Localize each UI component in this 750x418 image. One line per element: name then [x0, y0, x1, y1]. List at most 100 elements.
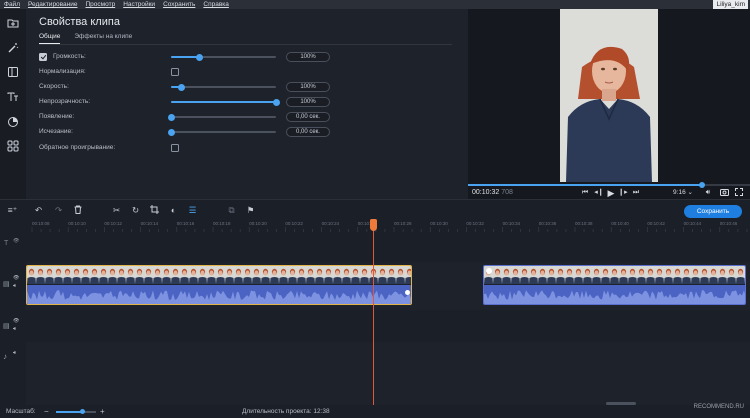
overlay-track-mute-icon[interactable]: 🔊︎	[13, 326, 16, 332]
horizontal-scrollbar[interactable]	[606, 402, 636, 405]
aspect-ratio-select[interactable]: 9:16 ⌄	[671, 188, 695, 198]
clip-thumbnails-2	[484, 266, 745, 284]
music-track-mute-icon[interactable]: 🔊︎	[13, 350, 16, 356]
video-clip-selected[interactable]	[26, 265, 412, 305]
thumbnail-frame	[646, 266, 655, 284]
music-track-lane[interactable]	[26, 342, 750, 405]
thumbnail-frame	[682, 266, 691, 284]
fade-in-value[interactable]: 0,00 сек.	[286, 112, 330, 122]
overlay-track-visibility-icon[interactable]: 👁︎	[13, 318, 19, 324]
step-forward-icon[interactable]: ❙▸	[618, 188, 628, 198]
video-clip[interactable]	[483, 265, 746, 305]
zoom-in-icon[interactable]: +	[100, 405, 105, 418]
ruler-tick-label: 00:10:10	[68, 221, 86, 226]
save-button[interactable]: Сохранить	[684, 205, 742, 218]
play-icon[interactable]: ▶	[606, 188, 616, 198]
fade-out-value[interactable]: 0,00 сек.	[286, 127, 330, 137]
fade-in-slider[interactable]	[167, 113, 276, 121]
volume-slider[interactable]	[171, 53, 276, 61]
text-track-lane[interactable]	[26, 234, 750, 262]
fullscreen-icon[interactable]	[734, 188, 744, 198]
video-track-visibility-icon[interactable]: 👁︎	[13, 275, 19, 281]
video-frame[interactable]	[560, 9, 658, 182]
menu-save[interactable]: Сохранить	[159, 0, 199, 9]
grid-icon[interactable]	[6, 140, 20, 154]
fade-out-slider[interactable]	[167, 128, 276, 136]
opacity-slider-knob[interactable]	[272, 98, 280, 106]
snapshot-icon[interactable]	[719, 188, 729, 198]
volume-checkbox[interactable]	[39, 53, 47, 61]
fade-in-slider-knob[interactable]	[167, 113, 175, 121]
menu-edit[interactable]: Редактирование	[24, 0, 82, 9]
speed-slider[interactable]	[171, 83, 276, 91]
thumbnail-frame	[90, 266, 99, 284]
zoom-slider-knob[interactable]	[79, 409, 85, 414]
menu-help[interactable]: Справка	[199, 0, 233, 9]
playback-progress-fill	[468, 184, 703, 186]
thumbnail-frame	[655, 266, 664, 284]
opacity-value[interactable]: 100%	[286, 97, 330, 107]
left-tool-strip	[0, 9, 26, 199]
normalize-checkbox[interactable]	[171, 68, 179, 76]
thumbnail-frame	[252, 266, 261, 284]
sticker-icon[interactable]	[6, 116, 20, 130]
menu-file[interactable]: Файл	[0, 0, 24, 9]
thumbnail-frame	[180, 266, 189, 284]
step-back-icon[interactable]: ◂❙	[594, 188, 604, 198]
menu-settings[interactable]: Настройки	[119, 0, 159, 9]
tab-clip-effects[interactable]: Эффекты на клипе	[74, 33, 132, 44]
import-icon[interactable]	[6, 17, 20, 31]
clip-properties-icon[interactable]: ☰	[187, 205, 198, 216]
clip-start-marker[interactable]	[486, 268, 492, 274]
skip-back-icon[interactable]: ⏮	[580, 188, 590, 198]
skip-forward-icon[interactable]: ⏭	[631, 188, 641, 198]
thumbnail-frame	[135, 266, 144, 284]
fade-in-label: Появление:	[39, 113, 75, 120]
tab-general[interactable]: Общие	[39, 33, 61, 44]
volume-icon[interactable]: 🔊︎	[703, 188, 713, 198]
crop-frame-icon[interactable]	[6, 66, 20, 80]
rotate-icon[interactable]: ↻	[130, 205, 141, 216]
undo-icon[interactable]: ↶	[33, 205, 44, 216]
magic-wand-icon[interactable]	[6, 42, 20, 56]
zoom-slider-fill	[56, 411, 82, 413]
fade-out-slider-knob[interactable]	[167, 128, 175, 136]
crop-icon[interactable]	[149, 205, 160, 216]
cut-icon[interactable]: ✂	[111, 205, 122, 216]
text-track-visibility-icon[interactable]: 👁︎	[13, 238, 19, 244]
redo-icon[interactable]: ↷	[53, 205, 64, 216]
speed-value[interactable]: 100%	[286, 82, 330, 92]
thumbnail-frame	[520, 266, 529, 284]
flag-icon[interactable]: ⚑	[245, 205, 256, 216]
timeline-ruler[interactable]: 00:10:08 00:10:10 00:10:12 00:10:14 00:10:16…	[26, 219, 750, 232]
thumbnail-frame	[306, 266, 315, 284]
clip-end-marker[interactable]	[405, 290, 410, 295]
color-adjust-icon[interactable]: ◐	[168, 205, 179, 216]
delete-icon[interactable]	[72, 205, 83, 216]
thumbnail-frame	[619, 266, 628, 284]
volume-value[interactable]: 100%	[286, 52, 330, 62]
thumbnail-frame	[628, 266, 637, 284]
opacity-slider[interactable]	[171, 98, 280, 106]
playhead-line[interactable]	[373, 219, 374, 409]
playhead-handle[interactable]	[370, 219, 377, 231]
thumbnail-frame	[207, 266, 216, 284]
text-icon[interactable]	[6, 91, 20, 105]
add-track-icon[interactable]: ≡⁺	[7, 205, 18, 216]
zoom-out-icon[interactable]: −	[44, 405, 49, 418]
clip-thumbnails	[27, 266, 411, 284]
overlay-icon[interactable]: ⧉	[226, 205, 237, 216]
overlay-track-lane[interactable]	[26, 310, 750, 342]
speed-slider-knob[interactable]	[178, 83, 185, 91]
volume-slider-knob[interactable]	[195, 53, 203, 61]
thumbnail-frame	[387, 266, 396, 284]
reverse-checkbox[interactable]	[171, 144, 179, 152]
zoom-slider[interactable]	[56, 409, 96, 414]
menu-view[interactable]: Просмотр	[82, 0, 120, 9]
ruler-ticks: 00:10:08 00:10:10 00:10:12 00:10:14 00:10:16…	[31, 221, 748, 232]
normalize-label: Нормализация:	[39, 68, 86, 75]
music-note-icon: ♪	[3, 352, 7, 361]
playback-progress[interactable]	[468, 182, 750, 188]
thumbnail-frame	[153, 266, 162, 284]
video-track-mute-icon[interactable]: 🔊︎	[13, 283, 16, 289]
